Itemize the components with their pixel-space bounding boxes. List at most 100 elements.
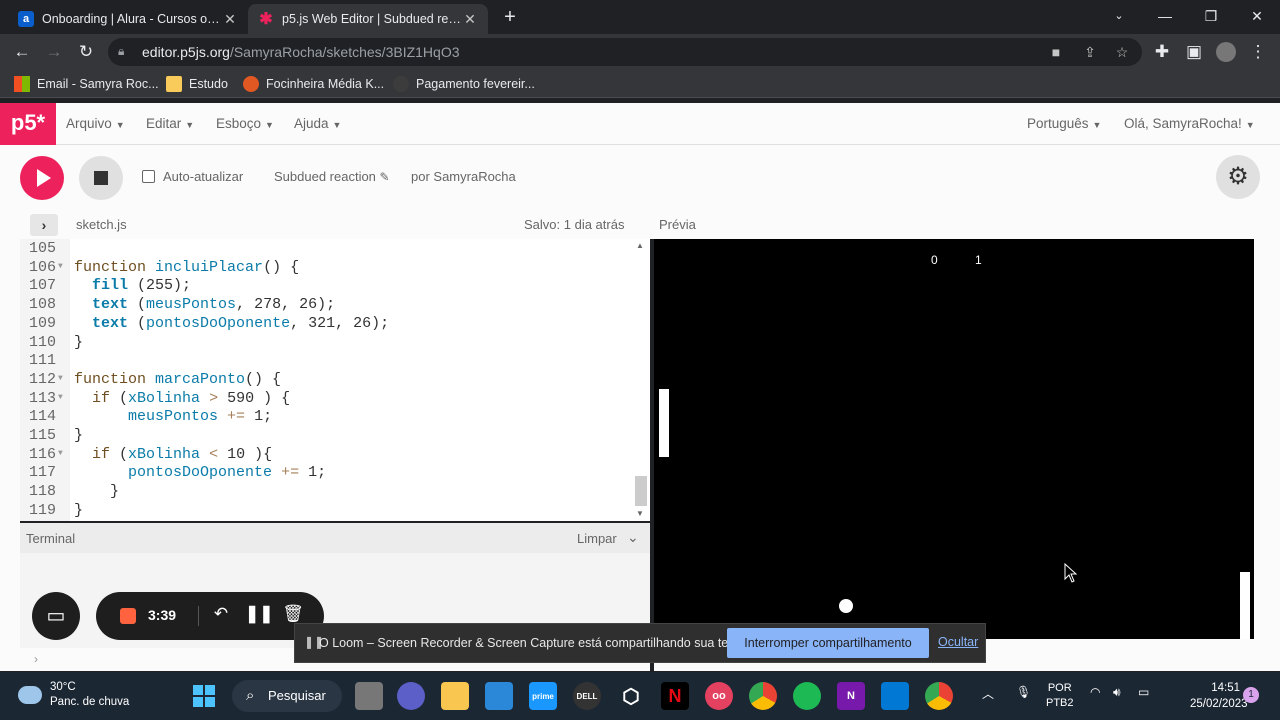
weather-widget[interactable]: 30°C Panc. de chuva xyxy=(18,680,129,710)
new-tab-button[interactable]: + xyxy=(498,6,522,30)
code-line[interactable]: 109 text (pontosDoOponente, 321, 26); xyxy=(20,315,640,334)
p5-favicon-icon: ✱ xyxy=(259,11,273,28)
clear-console-button[interactable]: Limpar xyxy=(577,531,617,546)
sketch-canvas[interactable]: 0 1 xyxy=(654,239,1254,639)
loom-pause-icon[interactable]: ❚❚ xyxy=(245,604,274,624)
chrome-profile-icon[interactable] xyxy=(925,682,953,710)
loom-camera-button[interactable]: ▭ xyxy=(32,592,80,640)
user-menu[interactable]: Olá, SamyraRocha! ▼ xyxy=(1124,116,1255,131)
play-button[interactable] xyxy=(20,156,64,200)
code-line[interactable]: 110} xyxy=(20,334,640,353)
expand-sidebar-icon[interactable]: › xyxy=(30,214,58,236)
code-line[interactable]: 117 pontosDoOponente += 1; xyxy=(20,464,640,483)
extensions-icon[interactable]: ✚ xyxy=(1150,40,1174,64)
code-line[interactable]: 114 meusPontos += 1; xyxy=(20,408,640,427)
code-line[interactable]: 105 xyxy=(20,240,640,259)
side-panel-icon[interactable]: ▣ xyxy=(1182,40,1206,64)
tab-alura[interactable]: a Onboarding | Alura - Cursos online de … xyxy=(8,4,248,34)
dell-icon[interactable]: DELL xyxy=(573,682,601,710)
chrome-icon[interactable] xyxy=(749,682,777,710)
file-explorer-icon[interactable] xyxy=(441,682,469,710)
camera-blocked-icon[interactable]: ■ xyxy=(1046,42,1066,62)
editor-scrollbar[interactable]: ▲ ▼ xyxy=(634,239,648,521)
bookmark-star-icon[interactable]: ☆ xyxy=(1112,42,1132,62)
stop-button[interactable] xyxy=(79,156,123,200)
volume-icon[interactable]: 🔊︎ xyxy=(1113,685,1121,700)
reload-icon[interactable]: ↻ xyxy=(74,40,98,64)
minimize-icon[interactable]: — xyxy=(1142,4,1188,30)
collapse-terminal-icon[interactable]: ⌄ xyxy=(627,529,639,546)
chat-icon[interactable] xyxy=(397,682,425,710)
close-tab-icon[interactable]: ✕ xyxy=(222,11,238,28)
code-line[interactable]: 113 ▼ if (xBolinha > 590 ) { xyxy=(20,390,640,409)
prime-video-icon[interactable]: prime xyxy=(529,682,557,710)
onenote-icon[interactable]: N xyxy=(837,682,865,710)
fold-arrow-icon[interactable]: ▼ xyxy=(58,389,63,408)
bookmark-email[interactable]: Email - Samyra Roc... xyxy=(14,76,159,92)
loom-delete-icon[interactable]: 🗑︎ xyxy=(282,604,304,624)
code-line[interactable]: 119} xyxy=(20,502,640,521)
store-icon[interactable] xyxy=(485,682,513,710)
loom-stop-record-button[interactable] xyxy=(120,608,136,624)
code-editor[interactable]: 105 106 ▼ function incluiPlacar() {107 fill… xyxy=(20,239,650,521)
restore-icon[interactable]: ❐ xyxy=(1188,4,1234,30)
alura-favicon-icon: a xyxy=(18,11,34,27)
bookmark-estudo[interactable]: Estudo xyxy=(166,76,228,92)
taskbar-search[interactable]: ⌕ Pesquisar xyxy=(232,680,342,712)
settings-gear-icon[interactable]: ⚙ xyxy=(1216,155,1260,199)
chrome-menu-icon[interactable]: ⋮ xyxy=(1246,40,1270,64)
back-icon[interactable]: ← xyxy=(10,40,34,64)
app-icon[interactable]: oo xyxy=(705,682,733,710)
tab-search-icon[interactable]: ⌄ xyxy=(1096,4,1142,30)
p5-logo[interactable]: p5* xyxy=(0,103,56,145)
sketch-author[interactable]: por SamyraRocha xyxy=(411,169,516,184)
code-text: text (pontosDoOponente, 321, 26); xyxy=(92,314,390,332)
tray-chevron-icon[interactable]: ︿ xyxy=(982,685,994,702)
loom-restart-icon[interactable]: ↶ xyxy=(210,604,232,624)
tab-p5-editor[interactable]: ✱ p5.js Web Editor | Subdued reaction ✕ xyxy=(248,4,488,34)
forward-icon[interactable]: → xyxy=(42,40,66,64)
notification-badge[interactable]: 1 xyxy=(1243,687,1259,703)
close-tab-icon[interactable]: ✕ xyxy=(462,11,478,28)
code-line[interactable]: 116 ▼ if (xBolinha < 10 ){ xyxy=(20,446,640,465)
preview-header: Prévia xyxy=(655,209,1280,239)
code-line[interactable]: 111 xyxy=(20,352,640,371)
code-line[interactable]: 106 ▼ function incluiPlacar() { xyxy=(20,259,640,278)
scroll-thumb[interactable] xyxy=(635,476,647,506)
bookmark-pagamento[interactable]: Pagamento fevereir... xyxy=(393,76,535,92)
bookmark-focinheira[interactable]: Focinheira Média K... xyxy=(243,76,384,92)
menu-ajuda[interactable]: Ajuda ▼ xyxy=(294,116,341,131)
line-number: 105 xyxy=(28,240,56,257)
start-icon[interactable] xyxy=(190,682,218,710)
clock[interactable]: 14:51 25/02/2023 xyxy=(1190,680,1248,712)
address-bar[interactable]: 🔒︎ editor.p5js.org/SamyraRocha/sketches/… xyxy=(108,38,1142,66)
code-line[interactable]: 115} xyxy=(20,427,640,446)
code-line[interactable]: 118 } xyxy=(20,483,640,502)
language-indicator[interactable]: POR PTB2 xyxy=(1046,681,1074,711)
fold-arrow-icon[interactable]: ▼ xyxy=(58,445,63,464)
code-line[interactable]: 107 fill (255); xyxy=(20,277,640,296)
menu-arquivo[interactable]: Arquivo ▼ xyxy=(66,116,125,131)
sketch-name[interactable]: Subdued reaction ✎ xyxy=(274,169,390,184)
language-menu[interactable]: Português ▼ xyxy=(1027,116,1101,131)
share-icon[interactable]: ⇪ xyxy=(1080,42,1100,62)
menu-esboco[interactable]: Esboço ▼ xyxy=(216,116,274,131)
fold-arrow-icon[interactable]: ▼ xyxy=(58,258,63,277)
battery-icon[interactable]: ▭ xyxy=(1138,685,1149,699)
wifi-icon[interactable]: ◠ xyxy=(1090,685,1100,699)
fold-arrow-icon[interactable]: ▼ xyxy=(58,370,63,389)
3d-cube-icon[interactable]: ⬡ xyxy=(617,682,645,710)
profile-avatar[interactable] xyxy=(1214,40,1238,64)
app-icon[interactable] xyxy=(881,682,909,710)
code-line[interactable]: 112 ▼ function marcaPonto() { xyxy=(20,371,640,390)
spotify-icon[interactable] xyxy=(793,682,821,710)
auto-refresh-checkbox[interactable] xyxy=(142,170,155,183)
microphone-icon[interactable]: 🎙︎ xyxy=(1016,685,1031,699)
stop-sharing-button[interactable]: Interromper compartilhamento xyxy=(727,628,929,658)
netflix-icon[interactable]: N xyxy=(661,682,689,710)
code-line[interactable]: 108 text (meusPontos, 278, 26); xyxy=(20,296,640,315)
close-window-icon[interactable]: ✕ xyxy=(1234,4,1280,30)
hide-share-link[interactable]: Ocultar xyxy=(938,635,978,649)
menu-editar[interactable]: Editar ▼ xyxy=(146,116,194,131)
task-view-icon[interactable] xyxy=(355,682,383,710)
